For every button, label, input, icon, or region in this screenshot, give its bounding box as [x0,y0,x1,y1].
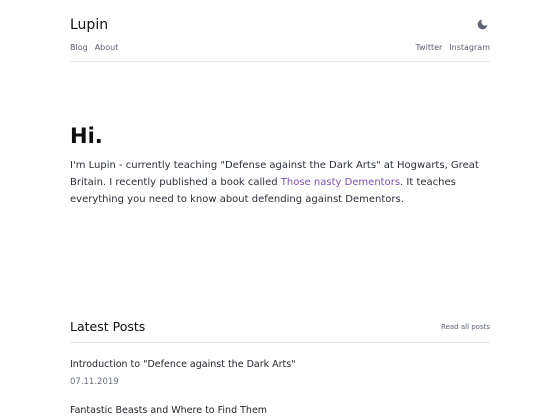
nav-link-about[interactable]: About [95,43,119,53]
nav-link-twitter[interactable]: Twitter [415,43,442,53]
nav-link-instagram[interactable]: Instagram [449,43,490,53]
site-title[interactable]: Lupin [70,16,108,34]
moon-icon [476,18,489,31]
post-title-link[interactable]: Introduction to "Defence against the Dar… [70,359,490,371]
main-nav: Blog About [70,43,118,53]
hero-title: Hi. [70,124,103,148]
post-title-link[interactable]: Fantastic Beasts and Where to Find Them [70,405,490,417]
read-all-posts-link[interactable]: Read all posts [441,323,490,332]
posts-divider [70,342,490,343]
post-date: 07.11.2019 [70,377,119,387]
book-link[interactable]: Those nasty Dementors [281,177,400,188]
post-item: Introduction to "Defence against the Dar… [70,359,490,387]
nav-link-blog[interactable]: Blog [70,43,88,53]
social-nav: Twitter Instagram [415,43,490,53]
header-divider [70,61,490,62]
bio-text: I'm Lupin - currently teaching "Defense … [70,157,510,208]
latest-posts-heading: Latest Posts [70,319,146,334]
theme-toggle-button[interactable] [474,16,490,32]
post-item: Fantastic Beasts and Where to Find Them [70,405,490,417]
